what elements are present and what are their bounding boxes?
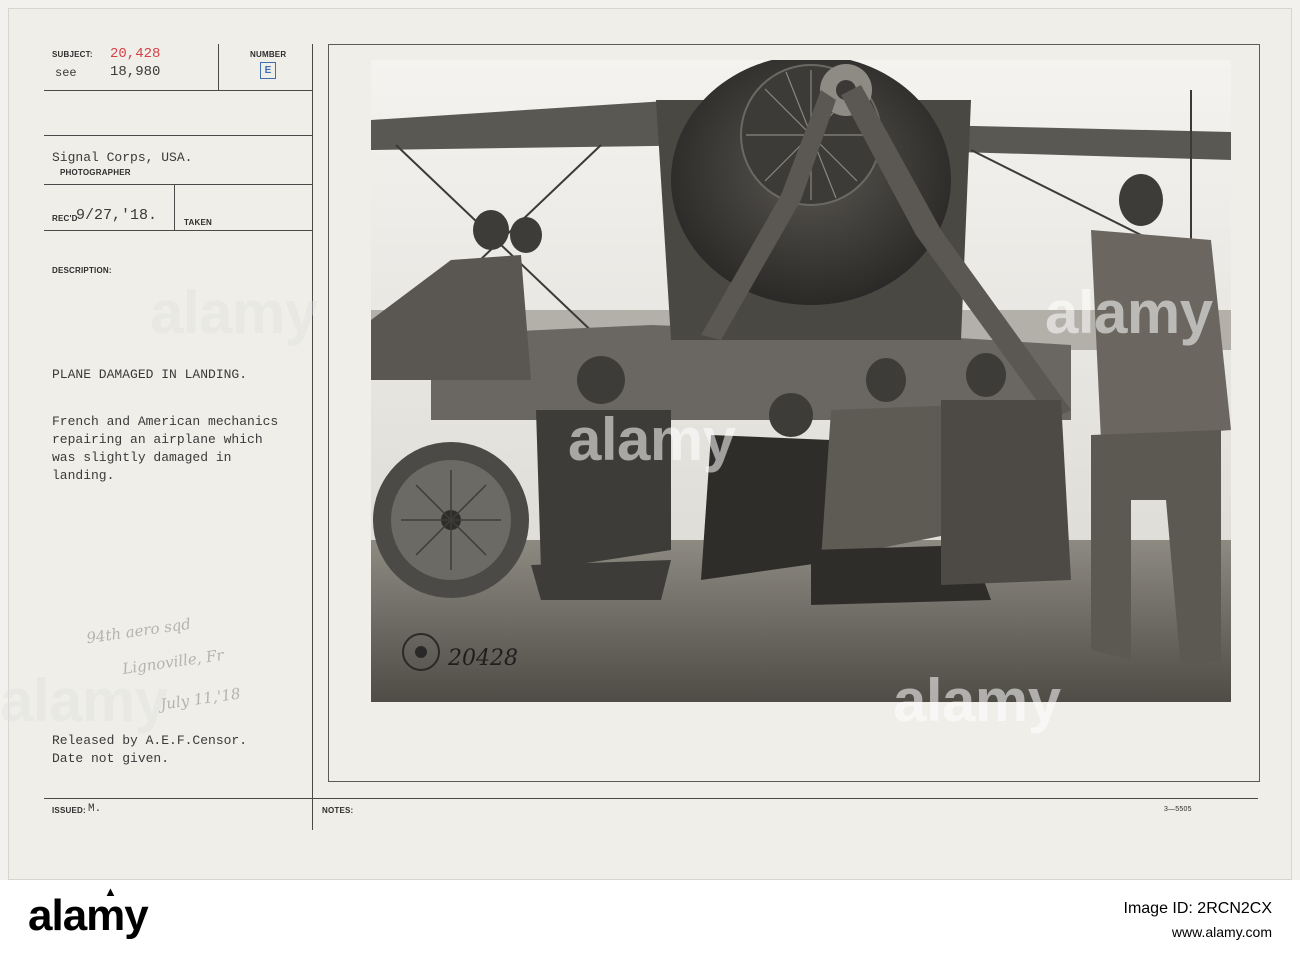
watermark: alamy	[893, 667, 1061, 734]
negative-number: 20428	[447, 646, 518, 671]
photographer-value: Signal Corps, USA.	[52, 150, 193, 165]
card-divider	[312, 44, 313, 830]
subject-number: 20,428	[110, 46, 161, 62]
see-label: see	[55, 66, 77, 80]
issued-label: ISSUED:	[52, 806, 86, 815]
taken-label: TAKEN	[184, 218, 212, 227]
number-stamp: E	[260, 62, 276, 79]
alamy-logo-mark-icon: ▲	[104, 884, 117, 899]
watermark: alamy	[0, 667, 168, 734]
image-id: Image ID: 2RCN2CX	[1123, 900, 1273, 917]
description-title: PLANE DAMAGED IN LANDING.	[52, 367, 248, 382]
see-number: 18,980	[110, 64, 161, 80]
card-divider	[174, 184, 175, 230]
received-label: REC'D	[52, 214, 78, 223]
release-line: Date not given.	[52, 751, 170, 766]
watermark: alamy	[568, 406, 736, 473]
card-divider	[44, 184, 312, 185]
description-line: French and American mechanics	[52, 414, 279, 429]
alamy-logo: alamy	[28, 891, 149, 940]
number-label: NUMBER	[250, 50, 287, 59]
issued-value: M.	[88, 803, 102, 815]
card-divider	[44, 230, 312, 231]
site-url[interactable]: www.alamy.com	[1124, 924, 1272, 940]
watermark: alamy	[150, 279, 318, 346]
release-line: Released by A.E.F.Censor.	[52, 733, 248, 748]
card-divider	[44, 798, 1258, 799]
received-date: 9/27,'18.	[76, 207, 158, 224]
description-line: was slightly damaged in	[52, 450, 232, 465]
notes-label: NOTES:	[322, 806, 354, 815]
photographer-label: PHOTOGRAPHER	[60, 168, 131, 177]
form-code: 3—5505	[1164, 806, 1192, 813]
description-label: DESCRIPTION:	[52, 266, 112, 275]
subject-label: SUBJECT:	[52, 50, 93, 59]
airplane-repair-photo: 20428	[371, 60, 1231, 702]
card-divider	[44, 135, 312, 136]
stock-footer-band	[0, 880, 1300, 969]
card-divider	[218, 44, 219, 90]
card-divider	[44, 90, 312, 91]
description-line: landing.	[52, 468, 115, 483]
footer-meta: Image ID: 2RCN2CX www.alamy.com	[1124, 900, 1273, 940]
watermark: alamy	[1045, 279, 1213, 346]
description-line: repairing an airplane which	[52, 432, 263, 447]
